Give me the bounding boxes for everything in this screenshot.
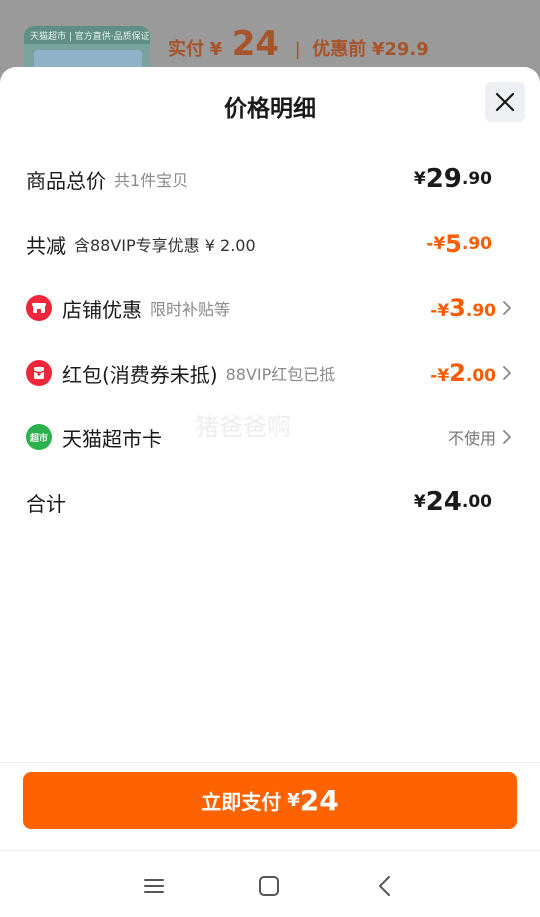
red-packet-amount: -¥2.00: [430, 359, 496, 387]
row-grand-total: 合计 ¥24.00: [26, 482, 516, 522]
close-button[interactable]: [485, 82, 525, 122]
paid-amount: 24: [231, 24, 280, 64]
chevron-right-icon: [502, 300, 512, 316]
red-packet-icon: [26, 360, 52, 386]
total-discount-label: 共减: [26, 233, 66, 258]
grand-total-amount: ¥24.00: [413, 487, 492, 517]
chevron-right-icon: [502, 365, 512, 381]
pay-currency: ¥: [287, 790, 300, 811]
pay-amount: 24: [299, 784, 339, 817]
back-chevron-icon: [379, 876, 390, 896]
thumbnail-banner-text: 天猫超市 | 官方直供·品质保证: [30, 32, 150, 42]
row-product-total: 商品总价 共1件宝贝 ¥29.90: [26, 159, 516, 199]
watermark: 猪爸爸啊: [195, 413, 291, 441]
store-discount-label: 店铺优惠: [62, 297, 142, 322]
store-icon: [26, 295, 52, 321]
menu-button[interactable]: [139, 871, 169, 901]
store-discount-amount: -¥3.90: [430, 294, 496, 322]
menu-icon: [144, 879, 164, 893]
paid-currency: ¥: [209, 39, 223, 60]
red-packet-label: 红包(消费券未抵): [62, 362, 218, 387]
original-price: ¥29.9: [371, 39, 429, 60]
store-discount-note: 限时补贴等: [150, 300, 231, 319]
grand-total-label: 合计: [26, 491, 66, 516]
home-button[interactable]: [254, 871, 284, 901]
background-price-summary: 实付 ¥ 24 | 优惠前 ¥29.9: [168, 24, 429, 64]
product-total-amount: ¥29.90: [413, 164, 492, 194]
original-price-label: 优惠前: [312, 39, 367, 60]
supermarket-card-label: 天猫超市卡: [62, 426, 162, 451]
item-count: 共1件宝贝: [114, 171, 189, 190]
card-usage-status: 不使用: [447, 429, 496, 448]
pay-now-button[interactable]: 立即支付 ¥ 24: [23, 772, 517, 829]
chevron-right-icon: [502, 429, 512, 445]
divider: [0, 762, 540, 763]
supermarket-card-icon: 超市: [26, 424, 52, 450]
price-detail-sheet: 价格明细 商品总价 共1件宝贝 ¥29.90 共减 含88VIP专享优惠 ¥ 2…: [0, 67, 540, 917]
row-store-discount[interactable]: 店铺优惠 限时补贴等 -¥3.90: [26, 288, 516, 328]
price-separator: |: [294, 39, 301, 60]
total-discount-amount: -¥ 5.90: [426, 230, 492, 258]
home-square-icon: [259, 876, 279, 896]
red-packet-note: 88VIP红包已抵: [225, 365, 336, 384]
vip-discount-note: 含88VIP专享优惠 ¥ 2.00: [74, 236, 256, 255]
close-icon: [495, 92, 515, 112]
pay-button-label: 立即支付: [201, 790, 282, 814]
row-red-packet[interactable]: 红包(消费券未抵) 88VIP红包已抵 -¥2.00: [26, 353, 516, 393]
sheet-title: 价格明细: [224, 96, 316, 122]
product-total-label: 商品总价: [26, 168, 106, 193]
paid-label: 实付: [168, 39, 204, 60]
system-nav-bar: [0, 850, 540, 917]
row-total-discount: 共减 含88VIP专享优惠 ¥ 2.00 -¥ 5.90: [26, 224, 516, 264]
back-button[interactable]: [370, 871, 400, 901]
